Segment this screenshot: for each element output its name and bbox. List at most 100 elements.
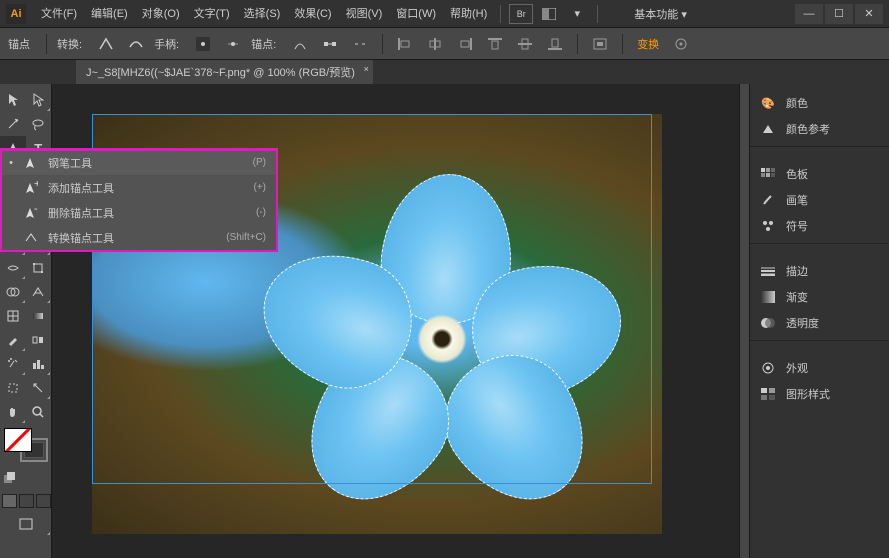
symbols-icon: [760, 218, 776, 234]
pen-tool-flyout: • 钢笔工具 (P) + 添加锚点工具 (+) - 删除锚点工具 (-) 转换锚…: [0, 148, 278, 252]
panel-appearance[interactable]: 外观: [750, 355, 889, 381]
pen-minus-icon: -: [24, 206, 40, 220]
flyout-convert-anchor-tool[interactable]: 转换锚点工具 (Shift+C): [2, 225, 276, 250]
graphic-styles-icon: [760, 386, 776, 402]
lasso-tool[interactable]: [26, 112, 52, 136]
menu-bar: Ai 文件(F) 编辑(E) 对象(O) 文字(T) 选择(S) 效果(C) 视…: [0, 0, 889, 28]
gradient-icon: [760, 289, 776, 305]
direct-selection-tool[interactable]: [26, 88, 52, 112]
workspace-switcher[interactable]: 基本功能 ▾: [624, 4, 697, 24]
svg-text:-: -: [34, 206, 38, 215]
separator: [597, 5, 598, 23]
menu-type[interactable]: 文字(T): [187, 0, 237, 28]
eyedropper-tool[interactable]: [0, 328, 26, 352]
pen-plus-icon: +: [24, 181, 40, 195]
convert-corner-icon[interactable]: [94, 33, 118, 55]
align-left-icon[interactable]: [393, 33, 417, 55]
transparency-icon: [760, 315, 776, 331]
mesh-tool[interactable]: [0, 304, 26, 328]
color-swatch[interactable]: [4, 428, 48, 462]
tab-title: J~_S8[MHZ6((~$JAE`378~F.png* @ 100% (RGB…: [86, 67, 355, 79]
flyout-delete-anchor-tool[interactable]: - 删除锚点工具 (-): [2, 200, 276, 225]
bridge-icon[interactable]: Br: [509, 4, 533, 24]
menu-effect[interactable]: 效果(C): [287, 0, 338, 28]
close-button[interactable]: ✕: [855, 4, 883, 24]
symbol-sprayer-tool[interactable]: [0, 352, 26, 376]
perspective-grid-tool[interactable]: [26, 280, 52, 304]
convert-anchor-icon: [24, 231, 40, 245]
app-logo-icon: Ai: [6, 4, 26, 24]
flyout-add-anchor-tool[interactable]: + 添加锚点工具 (+): [2, 175, 276, 200]
pen-icon: [24, 156, 40, 170]
handle-hide-icon[interactable]: [221, 33, 245, 55]
anchor-remove-icon[interactable]: [288, 33, 312, 55]
align-hcenter-icon[interactable]: [423, 33, 447, 55]
transform-label[interactable]: 变换: [633, 36, 663, 52]
convert-smooth-icon[interactable]: [124, 33, 148, 55]
anchor-label: 锚点: [8, 36, 30, 52]
separator: [500, 5, 501, 23]
fill-color[interactable]: [4, 428, 32, 452]
minimize-button[interactable]: —: [795, 4, 823, 24]
appearance-icon: [760, 360, 776, 376]
menu-edit[interactable]: 编辑(E): [84, 0, 135, 28]
stroke-icon: [760, 263, 776, 279]
graph-tool[interactable]: [26, 352, 52, 376]
brushes-icon: [760, 192, 776, 208]
free-transform-tool[interactable]: [26, 256, 52, 280]
svg-text:+: +: [34, 181, 38, 190]
panel-symbols[interactable]: 符号: [750, 213, 889, 239]
shape-builder-tool[interactable]: [0, 280, 26, 304]
panel-gradient[interactable]: 渐变: [750, 284, 889, 310]
artboard-tool[interactable]: [0, 376, 26, 400]
magic-wand-tool[interactable]: [0, 112, 26, 136]
transform-icon[interactable]: [669, 33, 693, 55]
swatches-icon: [760, 166, 776, 182]
arrange-icon[interactable]: [537, 4, 561, 24]
menu-file[interactable]: 文件(F): [34, 0, 84, 28]
align-vcenter-icon[interactable]: [513, 33, 537, 55]
window-controls: — ☐ ✕: [793, 4, 883, 24]
color-guide-icon: [760, 121, 776, 137]
tab-close-icon[interactable]: ×: [364, 64, 369, 74]
handle-show-icon[interactable]: [191, 33, 215, 55]
isolate-icon[interactable]: [588, 33, 612, 55]
draw-behind-mode[interactable]: [19, 494, 34, 508]
panel-color-guide[interactable]: 颜色参考: [750, 116, 889, 142]
gradient-tool[interactable]: [26, 304, 52, 328]
menu-select[interactable]: 选择(S): [237, 0, 288, 28]
align-top-icon[interactable]: [483, 33, 507, 55]
fill-stroke-swap-icon[interactable]: [0, 466, 51, 490]
dropdown-icon[interactable]: ▾: [565, 4, 589, 24]
anchor-cut-icon[interactable]: [348, 33, 372, 55]
panel-collapse-strip[interactable]: [739, 84, 749, 558]
panel-swatches[interactable]: 色板: [750, 161, 889, 187]
panel-color[interactable]: 🎨 颜色: [750, 90, 889, 116]
screen-mode[interactable]: [0, 512, 51, 536]
menu-object[interactable]: 对象(O): [135, 0, 187, 28]
panel-stroke[interactable]: 描边: [750, 258, 889, 284]
width-tool[interactable]: [0, 256, 26, 280]
maximize-button[interactable]: ☐: [825, 4, 853, 24]
selection-tool[interactable]: [0, 88, 26, 112]
align-bottom-icon[interactable]: [543, 33, 567, 55]
convert-label: 转换:: [57, 36, 82, 52]
panel-transparency[interactable]: 透明度: [750, 310, 889, 336]
align-right-icon[interactable]: [453, 33, 477, 55]
draw-inside-mode[interactable]: [36, 494, 51, 508]
draw-normal-mode[interactable]: [2, 494, 17, 508]
flyout-pen-tool[interactable]: • 钢笔工具 (P): [2, 150, 276, 175]
hand-tool[interactable]: [0, 400, 26, 424]
active-dot-icon: •: [6, 157, 16, 169]
menu-view[interactable]: 视图(V): [339, 0, 390, 28]
blend-tool[interactable]: [26, 328, 52, 352]
zoom-tool[interactable]: [26, 400, 52, 424]
slice-tool[interactable]: [26, 376, 52, 400]
anchor-connect-icon[interactable]: [318, 33, 342, 55]
panel-graphic-styles[interactable]: 图形样式: [750, 381, 889, 407]
menu-window[interactable]: 窗口(W): [389, 0, 443, 28]
options-bar: 锚点 转换: 手柄: 锚点: 变换: [0, 28, 889, 60]
panel-brushes[interactable]: 画笔: [750, 187, 889, 213]
document-tab[interactable]: J~_S8[MHZ6((~$JAE`378~F.png* @ 100% (RGB…: [76, 60, 373, 84]
menu-help[interactable]: 帮助(H): [443, 0, 494, 28]
